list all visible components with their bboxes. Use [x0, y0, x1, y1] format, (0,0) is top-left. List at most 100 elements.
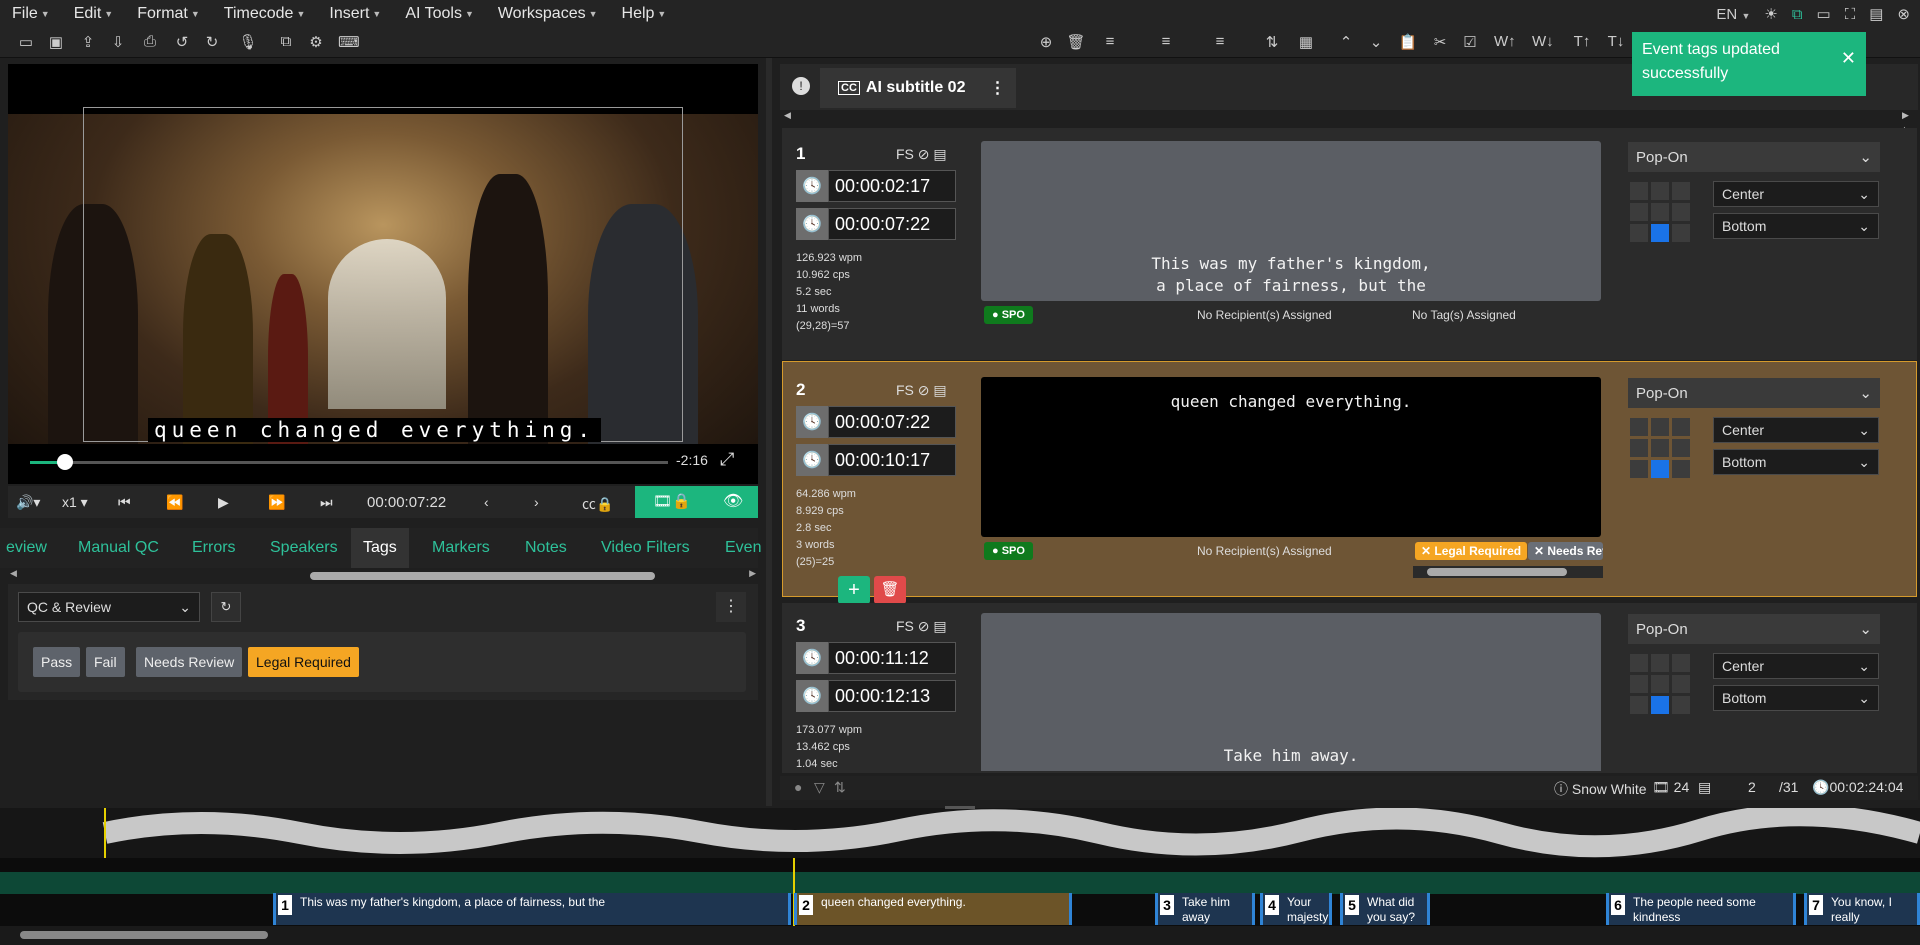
timeline-segment[interactable]: 7You know, I really remember you being — [1804, 893, 1920, 925]
start-timecode[interactable]: 🕓 00:00:07:22 — [796, 406, 956, 438]
keyboard-icon[interactable]: ⌨ — [338, 33, 360, 51]
more-options-icon[interactable]: ⋮ — [989, 78, 1005, 98]
timeline-segment[interactable]: 4 Your majesty — [1260, 893, 1332, 925]
tab-video-filters[interactable]: Video Filters — [589, 528, 702, 568]
start-timecode-value[interactable]: 00:00:07:22 — [828, 406, 956, 438]
skip-end-icon[interactable]: ⏭ — [320, 494, 333, 511]
tab-markers[interactable]: Markers — [420, 528, 502, 568]
tag-needs-review[interactable]: Needs Review — [136, 647, 243, 677]
vertical-align-select[interactable]: Bottom ⌄ — [1713, 449, 1879, 475]
menu-timecode[interactable]: Timecode ▼ — [212, 5, 318, 23]
prev-frame-icon[interactable]: ‹ — [484, 494, 489, 510]
menu-workspaces[interactable]: Workspaces ▼ — [486, 5, 610, 23]
track-tab[interactable]: CC AI subtitle 02 ⋮ — [820, 68, 1016, 108]
end-timecode-value[interactable]: 00:00:07:22 — [828, 208, 956, 240]
captions-lock-icon[interactable]: ㏄🔒 — [582, 494, 613, 514]
audio-waveform[interactable] — [0, 804, 1920, 858]
speed-selector[interactable]: x1 ▾ — [62, 494, 88, 511]
close-icon[interactable]: ✕ — [1841, 46, 1856, 70]
sort-icon[interactable]: ⇅ — [1262, 33, 1282, 51]
download-icon[interactable]: ⇩ — [108, 33, 128, 51]
align-right-icon[interactable]: ≡ — [1210, 33, 1230, 50]
add-subtitle-button[interactable]: + — [838, 576, 870, 604]
check-clipboard-icon[interactable]: ☑ — [1460, 33, 1480, 51]
copy-icon[interactable]: ⧉ — [276, 33, 296, 50]
save-icon[interactable]: ▣ — [46, 33, 66, 51]
next-frame-icon[interactable]: › — [534, 494, 539, 510]
scroll-left-icon[interactable]: ◀ — [10, 568, 17, 579]
theme-icon[interactable]: ☀ — [1764, 5, 1777, 23]
clock-icon[interactable]: 🕓 — [796, 406, 828, 438]
chevron-up-icon[interactable]: ⌃ — [1336, 33, 1356, 51]
align-left-icon[interactable]: ≡ — [1100, 33, 1120, 50]
fast-forward-icon[interactable]: ⏩ — [268, 494, 285, 511]
clock-icon[interactable]: 🕓 — [796, 642, 828, 674]
tab-review[interactable]: eview — [0, 528, 59, 568]
language-selector[interactable]: EN ▼ — [1716, 6, 1750, 23]
menu-help[interactable]: Help ▼ — [610, 5, 679, 23]
refresh-icon[interactable]: ↻ — [211, 592, 241, 622]
scrub-track[interactable] — [30, 461, 668, 464]
position-grid[interactable] — [1630, 182, 1690, 242]
scroll-right-icon[interactable]: ▶ — [749, 568, 756, 579]
info-icon[interactable]: ! — [792, 77, 810, 95]
fullscreen-icon[interactable]: ⛶ — [1845, 6, 1856, 23]
timeline-segment[interactable]: 5 What did you say? — [1340, 893, 1430, 925]
end-timecode-value[interactable]: 00:00:10:17 — [828, 444, 956, 476]
menu-format[interactable]: Format ▼ — [125, 5, 212, 23]
timeline-splitter[interactable] — [945, 806, 975, 809]
tab-scroll-thumb[interactable] — [310, 572, 655, 580]
display-style-select[interactable]: Pop-On ⌄ — [1628, 614, 1880, 644]
tag-scroll-thumb[interactable] — [1427, 568, 1567, 576]
scroll-left-icon[interactable]: ◀ — [784, 110, 791, 121]
filter-icon[interactable]: ▽ — [814, 779, 825, 796]
horizontal-align-select[interactable]: Center ⌄ — [1713, 181, 1879, 207]
tag-preset-select[interactable]: QC & Review ⌄ — [18, 592, 200, 622]
rewind-icon[interactable]: ⏪ — [166, 494, 183, 511]
menu-ai-tools[interactable]: AI Tools ▼ — [393, 5, 486, 23]
table-icon[interactable]: ▦ — [1296, 33, 1316, 51]
start-timecode[interactable]: 🕓 00:00:02:17 — [796, 170, 956, 202]
end-timecode[interactable]: 🕓 00:00:07:22 — [796, 208, 956, 240]
end-timecode-value[interactable]: 00:00:12:13 — [828, 680, 956, 712]
trash-icon[interactable]: 🗑 — [1066, 33, 1086, 51]
menu-file[interactable]: File ▼ — [0, 5, 62, 23]
subtitle-text-box[interactable]: This was my father's kingdom, a place of … — [981, 141, 1601, 301]
open-folder-icon[interactable]: ▭ — [16, 33, 36, 51]
horizontal-align-select[interactable]: Center ⌄ — [1713, 417, 1879, 443]
video-lock-toggle[interactable]: 🎞🔒 👁 — [635, 486, 758, 518]
tag-pill-needs-review[interactable]: ✕ Needs Rev — [1528, 542, 1603, 560]
display-style-select[interactable]: Pop-On ⌄ — [1628, 142, 1880, 172]
notes-icon[interactable]: ▤ — [1869, 5, 1883, 23]
video-player[interactable]: queen changed everything. — [8, 64, 758, 484]
skip-start-icon[interactable]: ⏮ — [118, 494, 131, 511]
paste-icon[interactable]: 📋 — [1398, 33, 1418, 51]
speaker-badge[interactable]: ● SPO — [984, 306, 1033, 324]
timeline-segment[interactable]: 6 The people need some kindness — [1606, 893, 1796, 925]
text-down-icon[interactable]: T↓ — [1606, 33, 1626, 50]
speaker-badge[interactable]: ● SPO — [984, 542, 1033, 560]
timeline-segment-active[interactable]: 2 queen changed everything. — [794, 893, 1072, 925]
play-icon[interactable]: ▶ — [218, 494, 229, 511]
position-grid[interactable] — [1630, 654, 1690, 714]
tag-pill-legal-required[interactable]: ✕ Legal Required — [1415, 542, 1528, 560]
start-timecode[interactable]: 🕓 00:00:11:12 — [796, 642, 956, 674]
tag-legal-required[interactable]: Legal Required — [248, 647, 359, 677]
vertical-align-select[interactable]: Bottom ⌄ — [1713, 685, 1879, 711]
timeline-scroll-thumb[interactable] — [20, 931, 268, 939]
tab-tags[interactable]: Tags — [351, 528, 409, 568]
menu-edit[interactable]: Edit ▼ — [62, 5, 126, 23]
align-center-icon[interactable]: ≡ — [1156, 33, 1176, 50]
settings-icon[interactable]: ⚙ — [306, 33, 326, 51]
redo-icon[interactable]: ↻ — [202, 33, 222, 51]
clock-icon[interactable]: 🕓 — [796, 170, 828, 202]
tab-errors[interactable]: Errors — [180, 528, 248, 568]
word-down-icon[interactable]: W↓ — [1532, 33, 1554, 50]
tag-fail[interactable]: Fail — [86, 647, 125, 677]
menu-insert[interactable]: Insert ▼ — [317, 5, 393, 23]
eye-icon[interactable]: 👁 — [723, 491, 743, 511]
tab-events[interactable]: Even — [713, 528, 773, 568]
timeline-segment[interactable]: 3 Take him away — [1155, 893, 1255, 925]
volume-icon[interactable]: 🔊▾ — [16, 494, 40, 511]
text-up-icon[interactable]: T↑ — [1572, 33, 1592, 50]
